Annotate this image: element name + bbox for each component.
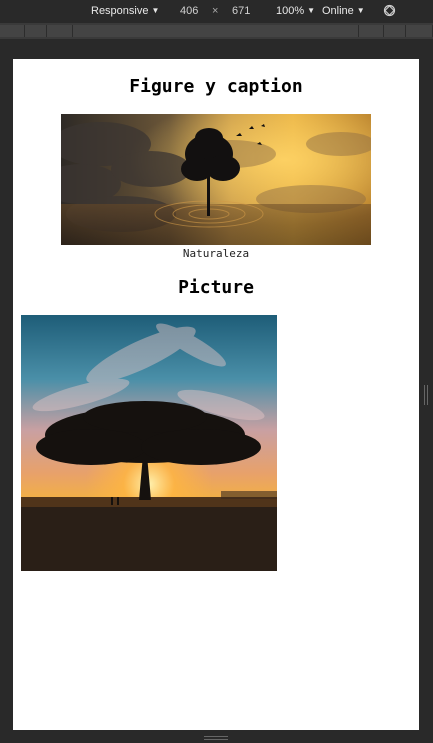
page-viewport: Figure y caption Naturaleza Picture: [13, 59, 419, 730]
chevron-down-icon: ▼: [356, 6, 365, 15]
zoom-label: 100%: [276, 5, 305, 17]
figure-heading: Figure y caption: [129, 76, 303, 97]
figure: Naturaleza: [61, 114, 371, 260]
chevron-down-icon: ▼: [151, 6, 160, 15]
height-input[interactable]: 671: [232, 5, 250, 17]
ruler-segment[interactable]: [406, 25, 433, 37]
media-query-ruler[interactable]: [0, 23, 433, 39]
device-select[interactable]: Responsive ▼: [91, 5, 159, 17]
width-input[interactable]: 406: [180, 5, 198, 17]
dimension-separator: ×: [212, 5, 219, 17]
ruler-segment[interactable]: [0, 25, 25, 37]
bottom-resize-handle[interactable]: [204, 736, 228, 740]
right-resize-handle[interactable]: [424, 385, 428, 405]
throttle-select[interactable]: Online ▼: [322, 5, 365, 17]
ruler-segment[interactable]: [359, 25, 384, 37]
zoom-select[interactable]: 100% ▼: [276, 5, 315, 17]
ruler-segment[interactable]: [73, 25, 359, 37]
ruler-segment[interactable]: [47, 25, 73, 37]
ruler-segment[interactable]: [25, 25, 47, 37]
chevron-down-icon: ▼: [307, 6, 316, 15]
rotate-icon[interactable]: [383, 4, 396, 17]
figure-caption: Naturaleza: [182, 247, 250, 260]
device-toolbar: Responsive ▼ 406 × 671 100% ▼ Online ▼: [0, 0, 433, 22]
device-select-label: Responsive: [91, 5, 149, 17]
picture-heading: Picture: [178, 277, 254, 298]
ruler-segment[interactable]: [384, 25, 406, 37]
figure-image: [61, 114, 371, 245]
picture-image: [21, 315, 277, 571]
throttle-label: Online: [322, 5, 354, 17]
